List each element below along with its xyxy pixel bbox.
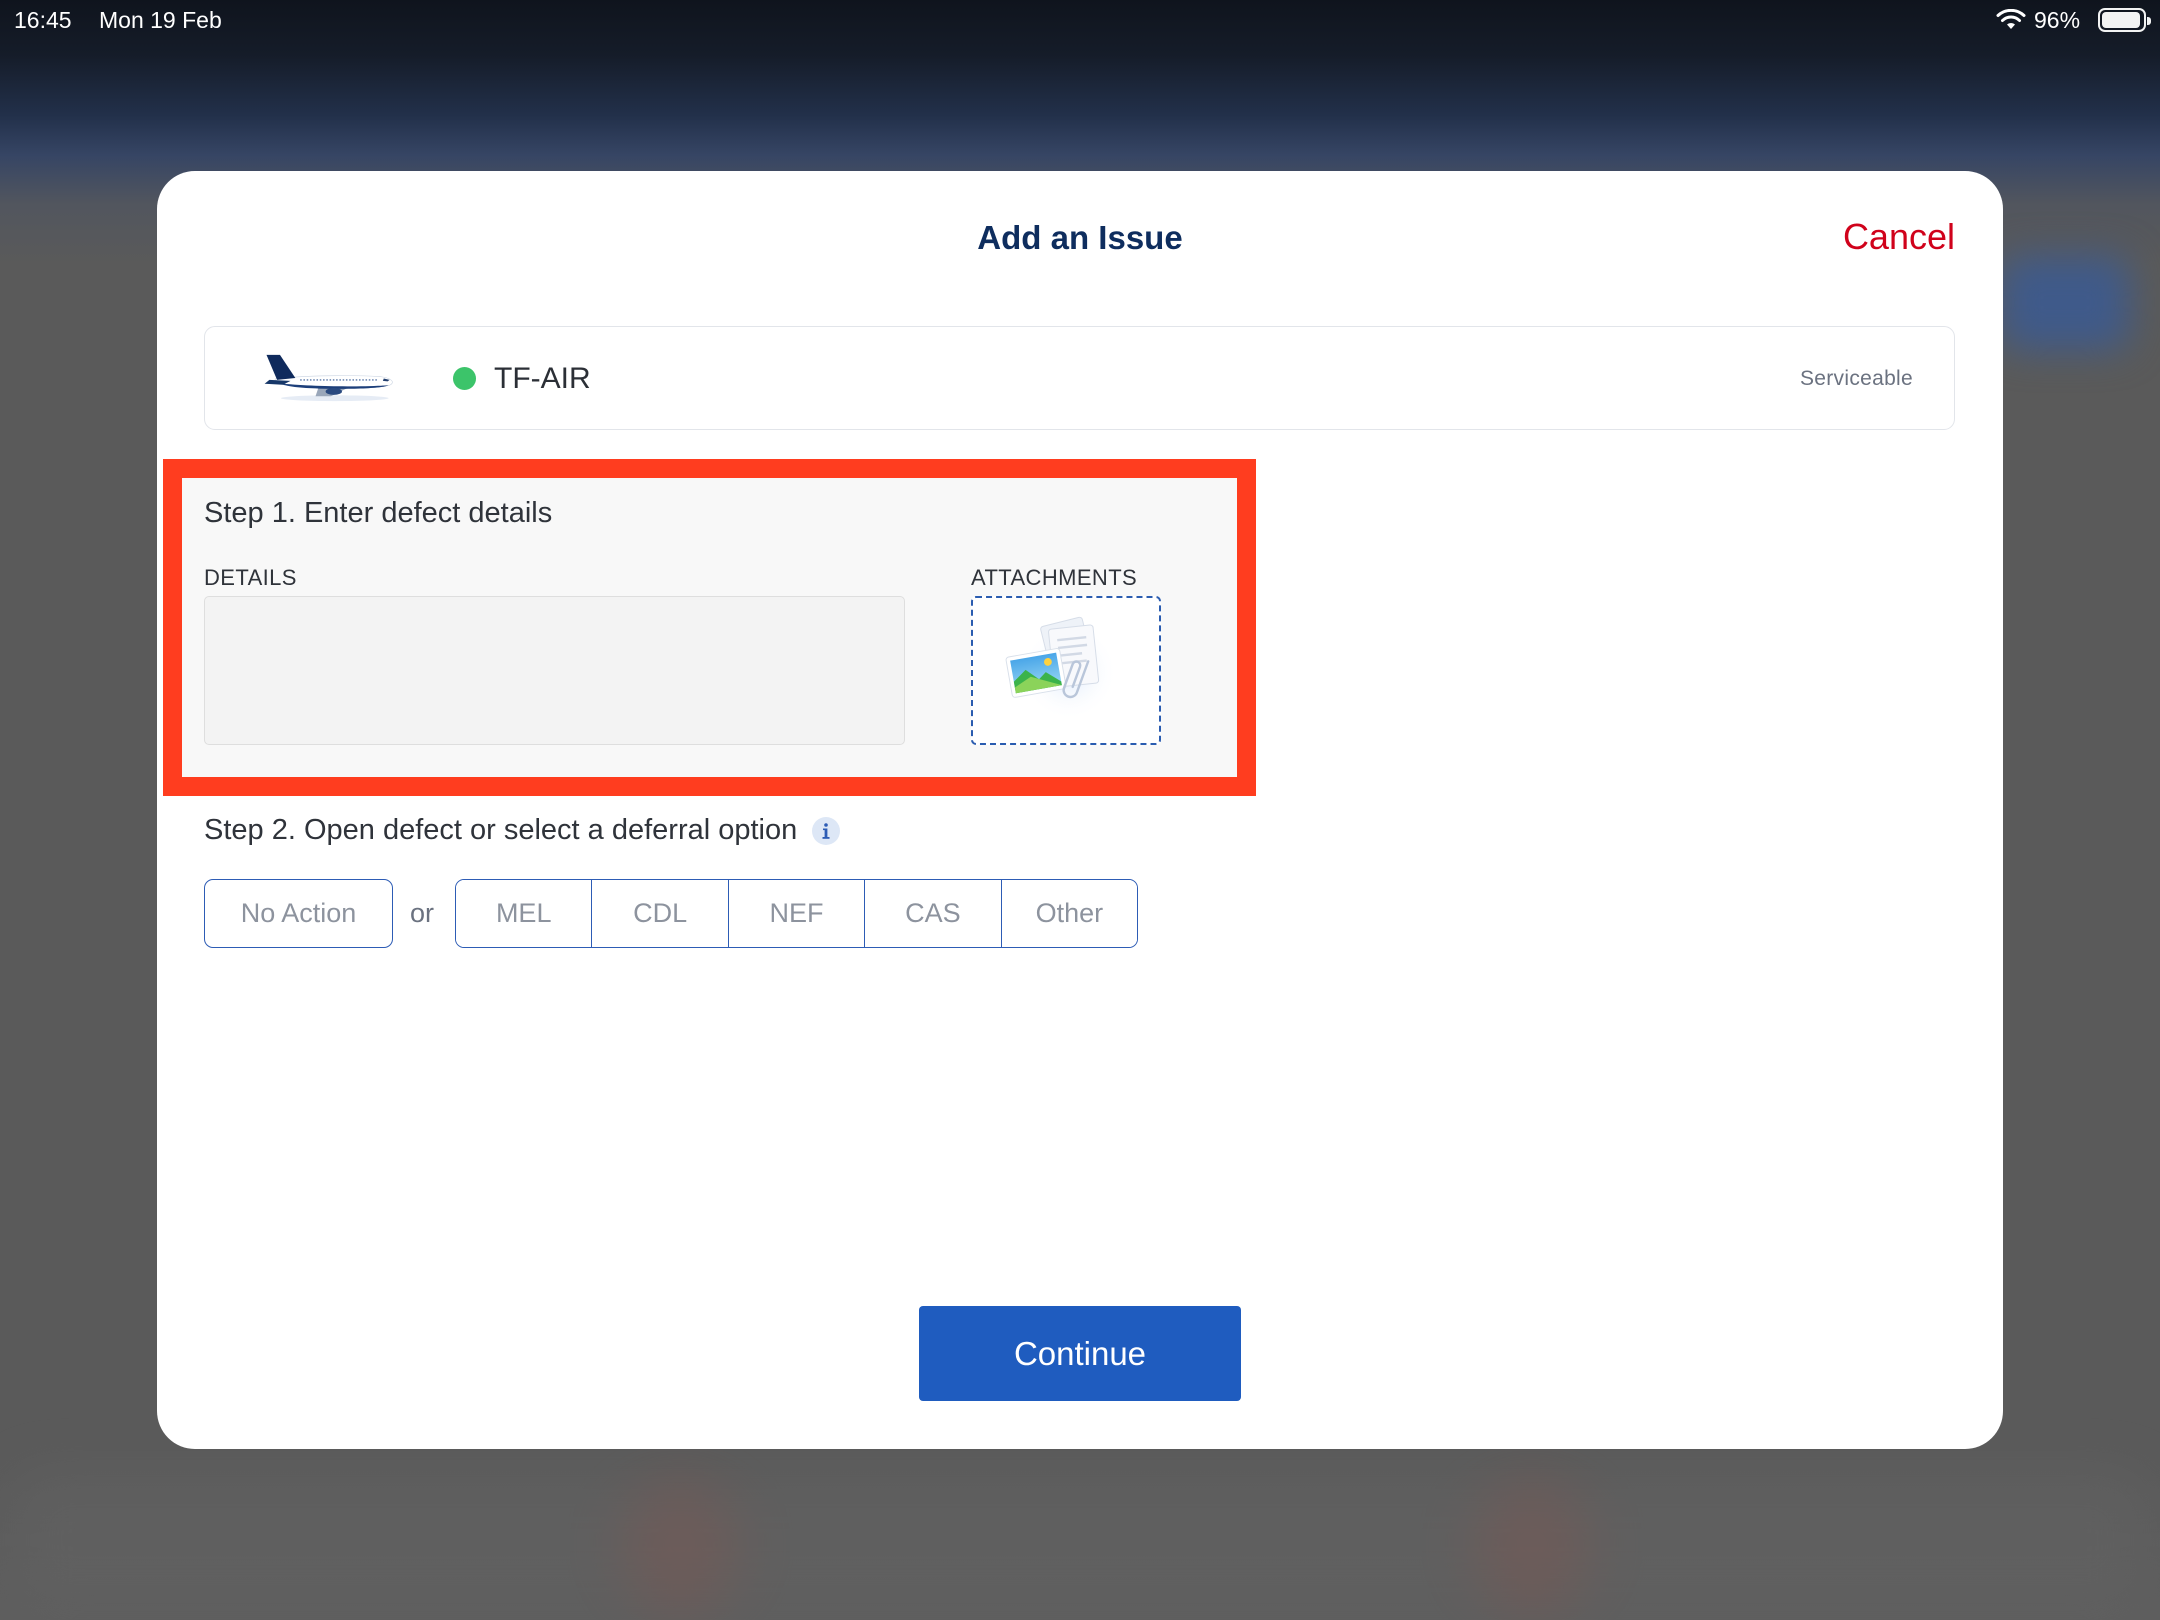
option-mel-button[interactable]: MEL: [456, 880, 592, 947]
deferral-options: MEL CDL NEF CAS Other: [455, 879, 1138, 948]
aircraft-registration: TF-AIR: [494, 362, 591, 395]
continue-button[interactable]: Continue: [919, 1306, 1241, 1401]
cancel-button[interactable]: Cancel: [1843, 215, 1955, 259]
modal-title: Add an Issue: [977, 219, 1183, 256]
no-action-button[interactable]: No Action: [204, 879, 393, 948]
status-time: 16:45: [14, 7, 72, 33]
info-icon[interactable]: [811, 816, 841, 846]
status-dot: [453, 367, 476, 390]
aircraft-status: Serviceable: [1799, 367, 1913, 390]
status-date: Mon 19 Feb: [99, 7, 222, 33]
step1-heading: Step 1. Enter defect details: [204, 497, 553, 529]
option-cdl-button[interactable]: CDL: [591, 880, 728, 947]
option-nef-button[interactable]: NEF: [727, 880, 865, 947]
battery-nub: [2147, 17, 2151, 25]
details-field[interactable]: [204, 596, 905, 745]
background-blur: [10, 1470, 2150, 1610]
step2-heading: Step 2. Open defect or select a deferral…: [204, 814, 798, 846]
airplane-image: [264, 354, 393, 402]
attachments-label: ATTACHMENTS: [971, 565, 1138, 590]
attachments-dropzone[interactable]: [971, 596, 1161, 745]
add-issue-modal: Add an Issue Cancel TF-AIR Serviceable S…: [157, 171, 2003, 1449]
or-separator: or: [410, 898, 435, 928]
battery-icon: [2098, 8, 2151, 32]
background-blur: [2000, 255, 2130, 350]
battery-level-fill: [2102, 12, 2141, 28]
attachment-placeholder-image: [1005, 616, 1118, 721]
option-cas-button[interactable]: CAS: [864, 880, 1001, 947]
wifi-icon: [1996, 9, 2026, 29]
status-bar: 16:45 Mon 19 Feb 96%: [0, 0, 2160, 40]
step2-heading-row: Step 2. Open defect or select a deferral…: [204, 812, 841, 848]
details-label: DETAILS: [204, 565, 297, 590]
aircraft-card: TF-AIR Serviceable: [204, 326, 1955, 430]
option-other-button[interactable]: Other: [1000, 880, 1137, 947]
battery-percentage: 96%: [2034, 7, 2081, 33]
